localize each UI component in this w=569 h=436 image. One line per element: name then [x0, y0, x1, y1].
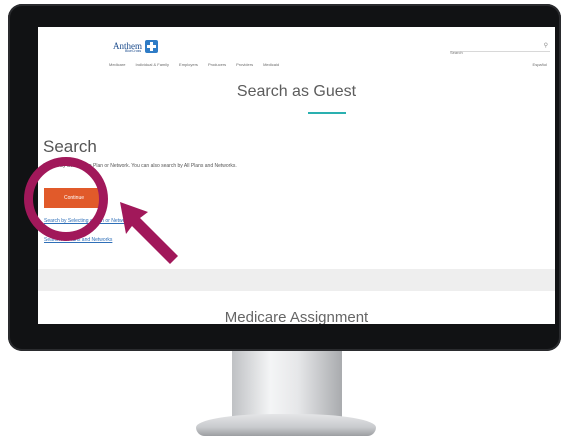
nav-item-producers[interactable]: Producers: [208, 62, 226, 67]
nav-item-individual-family[interactable]: Individual & Family: [135, 62, 169, 67]
blue-cross-icon: [145, 39, 158, 53]
section-heading: Search: [43, 137, 97, 156]
search-icon[interactable]: ⚲: [544, 42, 548, 49]
anthem-logo[interactable]: Anthem BlueCross: [113, 38, 158, 54]
pointer-arrow-icon: [120, 202, 178, 264]
nav-item-medicaid[interactable]: Medicaid: [263, 62, 279, 67]
title-underline: [308, 112, 346, 114]
next-section-title: Medicare Assignment: [224, 309, 369, 324]
header-search[interactable]: ⚲: [450, 41, 550, 58]
nav-item-medicare[interactable]: Medicare: [109, 62, 125, 67]
search-input[interactable]: [450, 47, 535, 58]
main-nav: Medicare Individual & Family Employers P…: [109, 62, 279, 67]
highlight-circle: [24, 157, 108, 241]
monitor-stand-base: [196, 414, 376, 436]
nav-item-employers[interactable]: Employers: [179, 62, 198, 67]
page-title: Search as Guest: [236, 83, 357, 100]
nav-item-providers[interactable]: Providers: [236, 62, 253, 67]
browser-screen: Anthem BlueCross ⚲ Medicare Individual &…: [38, 27, 555, 324]
language-link[interactable]: Español: [533, 62, 547, 67]
monitor-stand-neck: [232, 351, 342, 419]
logo-subtext: BlueCross: [125, 49, 142, 53]
